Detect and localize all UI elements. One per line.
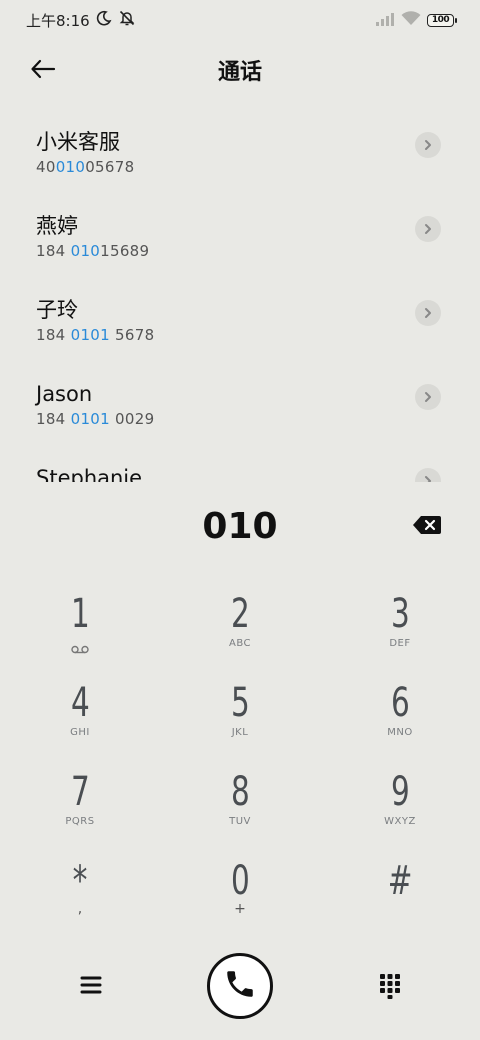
key-8[interactable]: 8 TUV [160, 762, 320, 851]
key-digit: 4 [70, 680, 90, 726]
number-prefix: 184 [36, 410, 71, 428]
hamburger-menu-icon [78, 976, 104, 1002]
chevron-right-icon [423, 136, 433, 155]
contact-detail-button[interactable] [415, 216, 441, 242]
key-9[interactable]: 9 WXYZ [320, 762, 480, 851]
number-suffix: 5678 [109, 326, 155, 344]
key-hash[interactable]: # [320, 851, 480, 940]
chevron-right-icon [423, 304, 433, 323]
key-letters: TUV [229, 816, 251, 827]
key-digit: 6 [390, 680, 410, 726]
chevron-right-icon [423, 388, 433, 407]
key-letters: ABC [228, 638, 251, 649]
key-digit: 2 [230, 591, 250, 637]
key-5[interactable]: 5 JKL [160, 673, 320, 762]
signal-icon [375, 11, 395, 30]
bottom-action-bar [0, 950, 480, 1022]
contact-number: 4001005678 [36, 158, 480, 176]
number-suffix: 05678 [85, 158, 135, 176]
key-6[interactable]: 6 MNO [320, 673, 480, 762]
contact-number: 184 0101 5678 [36, 326, 480, 344]
contact-item[interactable]: 燕婷 184 01015689 [0, 200, 480, 284]
contact-name: 小米客服 [36, 130, 120, 154]
battery-icon: 100 [427, 13, 457, 27]
call-button[interactable] [207, 953, 273, 1019]
dialpad-icon [378, 974, 402, 1004]
status-bar: 上午8:16 100 [0, 0, 480, 40]
contact-item[interactable]: 子玲 184 0101 5678 [0, 284, 480, 368]
key-letters: JKL [231, 727, 249, 738]
contact-number: 184 01015689 [36, 242, 480, 260]
dialpad-toggle-button[interactable] [378, 972, 402, 1000]
contact-name: Stephanie [36, 466, 143, 482]
key-letters: DEF [389, 638, 411, 649]
keypad: 1 2 ABC 3 DEF 4 GHI 5 JKL 6 MNO 7 PQRS 8… [0, 584, 480, 940]
contact-name: 燕婷 [36, 214, 78, 238]
chevron-right-icon [423, 220, 433, 239]
contact-item[interactable]: Stephanie [0, 452, 480, 482]
number-prefix: 184 [36, 326, 71, 344]
contact-detail-button[interactable] [415, 132, 441, 158]
contact-detail-button[interactable] [415, 300, 441, 326]
key-digit: 9 [390, 769, 410, 815]
contact-item[interactable]: 小米客服 4001005678 [0, 116, 480, 200]
key-0[interactable]: 0 + [160, 851, 320, 940]
number-prefix: 184 [36, 242, 71, 260]
number-match: 0101 [70, 410, 110, 428]
number-match: 010 [55, 158, 86, 176]
backspace-button[interactable] [412, 514, 442, 536]
contact-name: Jason [36, 382, 93, 406]
header: 通话 [0, 40, 480, 100]
key-digit: # [387, 858, 413, 904]
key-4[interactable]: 4 GHI [0, 673, 160, 762]
key-digit: 3 [390, 591, 410, 637]
mute-bell-icon [118, 9, 136, 31]
key-3[interactable]: 3 DEF [320, 584, 480, 673]
status-time: 上午8:16 [26, 11, 90, 30]
number-suffix: 0029 [109, 410, 155, 428]
contact-suggestion-list: 小米客服 4001005678 燕婷 184 01015689 子玲 184 0… [0, 116, 480, 482]
contact-name: 子玲 [36, 298, 78, 322]
dialed-number: 010 [202, 506, 278, 547]
key-digit: 1 [70, 591, 90, 637]
key-digit: 7 [70, 769, 90, 815]
number-match: 0101 [70, 326, 110, 344]
page-title: 通话 [217, 60, 262, 85]
contact-detail-button[interactable] [415, 384, 441, 410]
key-2[interactable]: 2 ABC [160, 584, 320, 673]
key-7[interactable]: 7 PQRS [0, 762, 160, 851]
wifi-icon [401, 10, 421, 30]
key-letters: GHI [70, 727, 90, 738]
key-letters: PQRS [65, 816, 95, 827]
chevron-right-icon [423, 472, 433, 482]
number-match: 010 [70, 242, 101, 260]
number-suffix: 15689 [100, 242, 150, 260]
key-letters: WXYZ [384, 816, 416, 827]
key-star[interactable]: * , [0, 851, 160, 940]
menu-button[interactable] [78, 972, 104, 998]
key-digit: 0 [230, 858, 250, 904]
key-digit: * [72, 858, 88, 904]
key-1[interactable]: 1 [0, 584, 160, 673]
phone-icon [223, 967, 257, 1005]
key-digit: 8 [230, 769, 250, 815]
voicemail-icon [71, 639, 89, 658]
number-prefix: 40 [36, 158, 56, 176]
backspace-icon [412, 516, 442, 540]
key-letters: MNO [387, 727, 413, 738]
contact-number: 184 0101 0029 [36, 410, 480, 428]
key-digit: 5 [230, 680, 250, 726]
status-right: 100 [375, 10, 457, 30]
moon-icon [96, 10, 112, 30]
contact-item[interactable]: Jason 184 0101 0029 [0, 368, 480, 452]
status-left: 上午8:16 [26, 9, 136, 31]
